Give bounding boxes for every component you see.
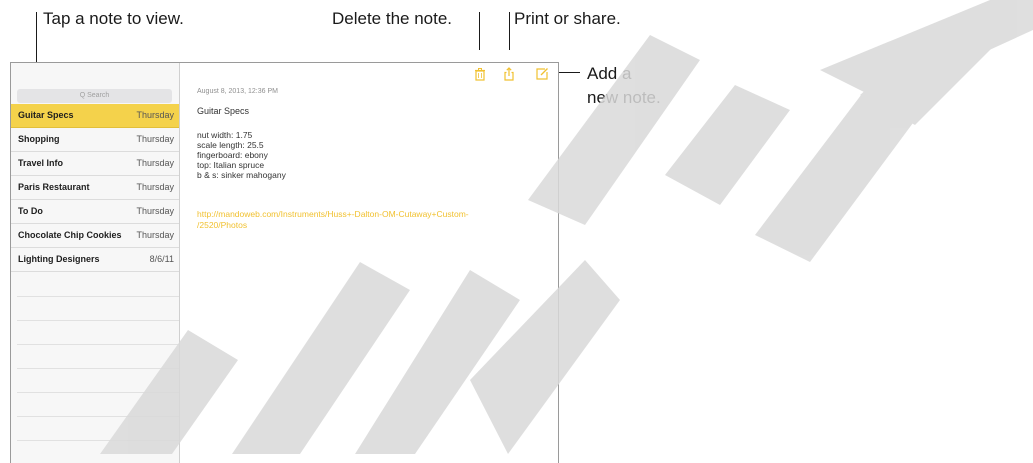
search-field[interactable]: Q Search bbox=[17, 89, 172, 103]
trash-icon[interactable] bbox=[473, 67, 487, 81]
notes-sidebar: Q Search Guitar Specs Thursday Shopping … bbox=[11, 63, 180, 463]
note-row-chocolate-chip-cookies[interactable]: Chocolate Chip Cookies Thursday bbox=[11, 224, 179, 248]
empty-row-divider bbox=[17, 296, 179, 297]
note-row-title: To Do bbox=[18, 206, 43, 216]
compose-icon[interactable] bbox=[535, 67, 549, 81]
note-row-guitar-specs[interactable]: Guitar Specs Thursday bbox=[11, 104, 179, 128]
note-body-line: scale length: 25.5 bbox=[197, 140, 264, 150]
note-row-title: Chocolate Chip Cookies bbox=[18, 230, 122, 240]
leader-print-share bbox=[509, 12, 510, 50]
note-content-pane: August 8, 2013, 12:36 PM Guitar Specs nu… bbox=[180, 63, 558, 463]
empty-row-divider bbox=[17, 320, 179, 321]
note-row-date: Thursday bbox=[136, 230, 174, 240]
note-row-date: Thursday bbox=[136, 182, 174, 192]
note-row-date: Thursday bbox=[136, 206, 174, 216]
share-icon[interactable] bbox=[502, 67, 516, 81]
empty-row-divider bbox=[17, 392, 179, 393]
note-row-title: Paris Restaurant bbox=[18, 182, 90, 192]
note-row-to-do[interactable]: To Do Thursday bbox=[11, 200, 179, 224]
note-body-line: top: Italian spruce bbox=[197, 160, 265, 170]
note-body-line: nut width: 1.75 bbox=[197, 130, 253, 140]
note-body-line: b & s: sinker mahogany bbox=[197, 170, 286, 180]
note-row-title: Lighting Designers bbox=[18, 254, 100, 264]
note-row-paris-restaurant[interactable]: Paris Restaurant Thursday bbox=[11, 176, 179, 200]
ipad-screen: Q Search Guitar Specs Thursday Shopping … bbox=[10, 62, 559, 463]
note-timestamp: August 8, 2013, 12:36 PM bbox=[197, 88, 278, 95]
callout-add-note-line2: new note. bbox=[587, 88, 661, 107]
note-row-title: Travel Info bbox=[18, 158, 64, 168]
empty-row-divider bbox=[17, 344, 179, 345]
note-row-title: Guitar Specs bbox=[18, 110, 74, 120]
note-row-date: Thursday bbox=[136, 134, 174, 144]
callout-print-share: Print or share. bbox=[514, 9, 621, 28]
note-row-date: Thursday bbox=[136, 158, 174, 168]
empty-row-divider bbox=[17, 368, 179, 369]
empty-row-divider bbox=[17, 416, 179, 417]
callout-tap-note: Tap a note to view. bbox=[43, 9, 184, 28]
empty-row-divider bbox=[17, 440, 179, 441]
note-row-travel-info[interactable]: Travel Info Thursday bbox=[11, 152, 179, 176]
note-row-shopping[interactable]: Shopping Thursday bbox=[11, 128, 179, 152]
callout-delete-note: Delete the note. bbox=[332, 9, 453, 28]
note-body-line: fingerboard: ebony bbox=[197, 150, 268, 160]
note-row-date: Thursday bbox=[136, 110, 174, 120]
note-link-continued[interactable]: /2520/Photos bbox=[197, 220, 247, 230]
note-row-title: Shopping bbox=[18, 134, 60, 144]
callout-add-note-line1: Add a bbox=[587, 64, 632, 83]
note-link[interactable]: http://mandoweb.com/Instruments/Huss+-Da… bbox=[197, 209, 469, 219]
leader-delete-note bbox=[479, 12, 480, 50]
note-row-date: 8/6/11 bbox=[149, 254, 174, 264]
note-row-lighting-designers[interactable]: Lighting Designers 8/6/11 bbox=[11, 248, 179, 272]
note-title: Guitar Specs bbox=[197, 106, 250, 116]
